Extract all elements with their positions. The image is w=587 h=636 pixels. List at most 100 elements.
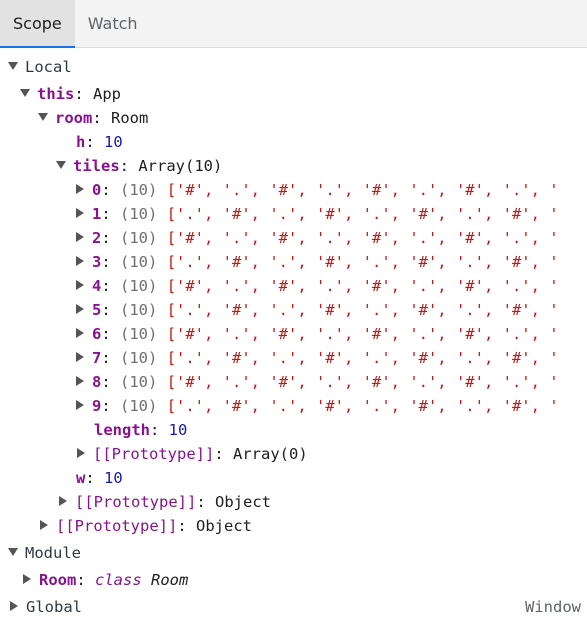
property-value: Room [151, 571, 189, 589]
array-count: (10) [120, 349, 158, 367]
array-preview: ['.', '#', '.', '#', '.', '#', '.', '#',… [166, 349, 559, 367]
scope-local-header[interactable]: Local [0, 54, 587, 80]
array-preview: ['#', '.', '#', '.', '#', '.', '#', '.',… [166, 325, 559, 343]
array-index: 0 [92, 181, 102, 199]
scope-global-label: Global [26, 598, 82, 616]
tree-item-tile-row[interactable]: 9: (10) ['.', '#', '.', '#', '.', '#', '… [0, 394, 587, 418]
tree-item-w[interactable]: w: 10 [0, 466, 587, 490]
tree-item-tile-row[interactable]: 4: (10) ['#', '.', '#', '.', '#', '.', '… [0, 274, 587, 298]
tree-item-module-room[interactable]: Room: class Room [0, 568, 587, 592]
array-index: 8 [92, 373, 102, 391]
scope-global-header[interactable]: Global Window [0, 594, 587, 620]
expanded-triangle-icon [8, 61, 18, 70]
property-value: 10 [104, 469, 123, 487]
array-count: (10) [120, 229, 158, 247]
array-preview: ['.', '#', '.', '#', '.', '#', '.', '#',… [166, 253, 559, 271]
array-index: 2 [92, 229, 102, 247]
array-count: (10) [120, 277, 158, 295]
array-index: 5 [92, 301, 102, 319]
array-preview: ['.', '#', '.', '#', '.', '#', '.', '#',… [166, 301, 559, 319]
tree-item-tile-row[interactable]: 1: (10) ['.', '#', '.', '#', '.', '#', '… [0, 202, 587, 226]
array-count: (10) [120, 181, 158, 199]
tree-item-tile-row[interactable]: 6: (10) ['#', '.', '#', '.', '#', '.', '… [0, 322, 587, 346]
expanded-triangle-icon [38, 112, 48, 121]
collapsed-triangle-icon [59, 495, 67, 506]
global-value: Window [525, 598, 581, 616]
property-name: h [76, 133, 86, 151]
property-name: [[Prototype]] [56, 517, 178, 535]
expanded-triangle-icon [8, 547, 18, 556]
collapsed-triangle-icon [77, 447, 85, 458]
array-index: 3 [92, 253, 102, 271]
collapsed-triangle-icon [76, 183, 84, 194]
debugger-tab-bar: Scope Watch [0, 0, 587, 48]
tree-item-tile-row[interactable]: 0: (10) ['#', '.', '#', '.', '#', '.', '… [0, 178, 587, 202]
tree-item-this[interactable]: this: App [0, 82, 587, 106]
tree-item-tiles[interactable]: tiles: Array(10) [0, 154, 587, 178]
tab-scope-label: Scope [13, 14, 62, 33]
array-preview: ['#', '.', '#', '.', '#', '.', '#', '.',… [166, 181, 559, 199]
array-count: (10) [120, 397, 158, 415]
property-name: Room [39, 571, 77, 589]
array-index: 4 [92, 277, 102, 295]
collapsed-triangle-icon [76, 327, 84, 338]
array-preview: ['#', '.', '#', '.', '#', '.', '#', '.',… [166, 229, 559, 247]
scope-module-header[interactable]: Module [0, 540, 587, 566]
property-value: Array(10) [138, 157, 223, 175]
property-name: w [76, 469, 86, 487]
collapsed-triangle-icon [76, 231, 84, 242]
array-index: 1 [92, 205, 102, 223]
tree-item-tile-row[interactable]: 5: (10) ['.', '#', '.', '#', '.', '#', '… [0, 298, 587, 322]
expanded-triangle-icon [56, 160, 66, 169]
array-preview: ['.', '#', '.', '#', '.', '#', '.', '#',… [166, 397, 559, 415]
tree-item-tile-row[interactable]: 3: (10) ['.', '#', '.', '#', '.', '#', '… [0, 250, 587, 274]
array-index: 6 [92, 325, 102, 343]
expanded-triangle-icon [20, 88, 30, 97]
collapsed-triangle-icon [76, 279, 84, 290]
tree-item-room-prototype[interactable]: [[Prototype]]: Object [0, 490, 587, 514]
collapsed-triangle-icon [10, 600, 18, 611]
array-count: (10) [120, 325, 158, 343]
array-preview: ['.', '#', '.', '#', '.', '#', '.', '#',… [166, 205, 559, 223]
array-index: 7 [92, 349, 102, 367]
collapsed-triangle-icon [76, 351, 84, 362]
collapsed-triangle-icon [76, 375, 84, 386]
array-count: (10) [120, 205, 158, 223]
property-value: 10 [168, 421, 188, 439]
scope-local-label: Local [25, 58, 72, 76]
property-value: Array(0) [233, 445, 308, 463]
tree-item-tile-row[interactable]: 2: (10) ['#', '.', '#', '.', '#', '.', '… [0, 226, 587, 250]
property-name: room [55, 109, 93, 127]
tree-item-tile-row[interactable]: 8: (10) ['#', '.', '#', '.', '#', '.', '… [0, 370, 587, 394]
property-name: length [94, 421, 150, 439]
collapsed-triangle-icon [23, 573, 31, 584]
tab-watch[interactable]: Watch [75, 0, 151, 47]
tab-scope[interactable]: Scope [0, 0, 75, 48]
scope-tree: Local this: App room: Room h: 10 tiles: … [0, 48, 587, 636]
tree-item-h[interactable]: h: 10 [0, 130, 587, 154]
tree-item-room[interactable]: room: Room [0, 106, 587, 130]
property-value: Room [111, 109, 149, 127]
scope-module-label: Module [25, 544, 81, 562]
property-name: tiles [73, 157, 120, 175]
property-value: Object [215, 493, 271, 511]
array-count: (10) [120, 373, 158, 391]
array-count: (10) [120, 301, 158, 319]
array-preview: ['#', '.', '#', '.', '#', '.', '#', '.',… [166, 277, 559, 295]
array-count: (10) [120, 253, 158, 271]
collapsed-triangle-icon [76, 303, 84, 314]
class-keyword: class [95, 571, 142, 589]
tree-item-this-prototype[interactable]: [[Prototype]]: Object [0, 514, 587, 538]
property-name: [[Prototype]] [75, 493, 197, 511]
property-name: this [37, 85, 75, 103]
property-value: Object [196, 517, 252, 535]
property-value: App [93, 85, 121, 103]
tab-watch-label: Watch [87, 14, 138, 33]
collapsed-triangle-icon [76, 399, 84, 410]
tree-item-tiles-prototype[interactable]: [[Prototype]]: Array(0) [0, 442, 587, 466]
array-preview: ['#', '.', '#', '.', '#', '.', '#', '.',… [166, 373, 559, 391]
property-name: [[Prototype]] [93, 445, 215, 463]
tree-item-tile-row[interactable]: 7: (10) ['.', '#', '.', '#', '.', '#', '… [0, 346, 587, 370]
tree-item-length[interactable]: length: 10 [0, 418, 587, 442]
collapsed-triangle-icon [76, 207, 84, 218]
